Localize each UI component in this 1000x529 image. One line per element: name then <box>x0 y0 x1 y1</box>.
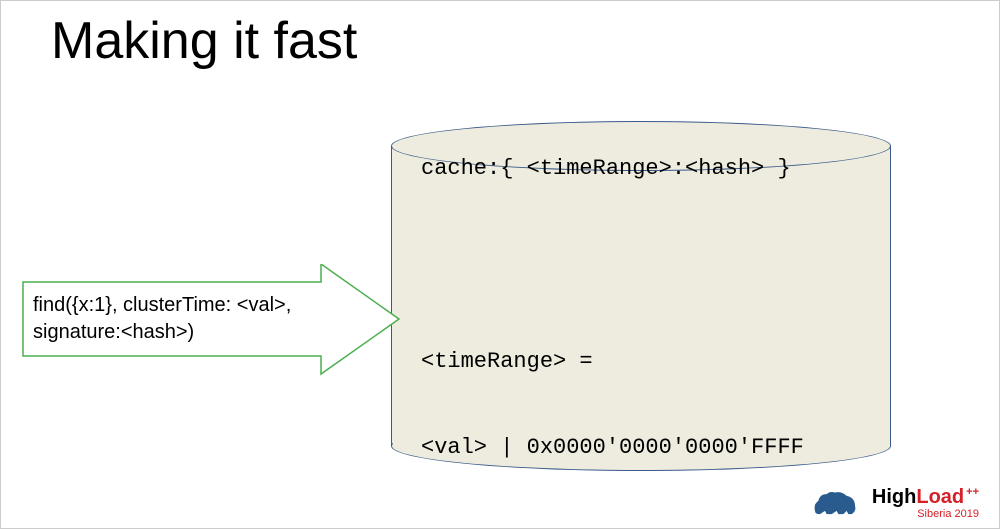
logo-plus: ++ <box>966 486 979 498</box>
logo-subtitle: Siberia 2019 <box>872 509 979 520</box>
formula-line1: <timeRange> = <box>421 348 804 377</box>
slide: Making it fast cache:{ <timeRange>:<hash… <box>0 0 1000 529</box>
bear-icon <box>810 485 860 520</box>
query-arrow: find({x:1}, clusterTime: <val>, signatur… <box>21 264 391 374</box>
timerange-formula: <timeRange> = <val> | 0x0000'0000'0000'F… <box>421 291 804 520</box>
logo-load: Load <box>916 486 964 508</box>
cache-definition: cache:{ <timeRange>:<hash> } <box>421 156 791 181</box>
query-text: find({x:1}, clusterTime: <val>, signatur… <box>33 292 323 346</box>
footer: HighLoad++ Siberia 2019 <box>810 485 979 520</box>
conference-logo: HighLoad++ Siberia 2019 <box>872 487 979 520</box>
slide-title: Making it fast <box>51 11 357 71</box>
logo-high: High <box>872 486 916 508</box>
logo-main: HighLoad++ <box>872 487 979 507</box>
formula-line2: <val> | 0x0000'0000'0000'FFFF <box>421 434 804 463</box>
